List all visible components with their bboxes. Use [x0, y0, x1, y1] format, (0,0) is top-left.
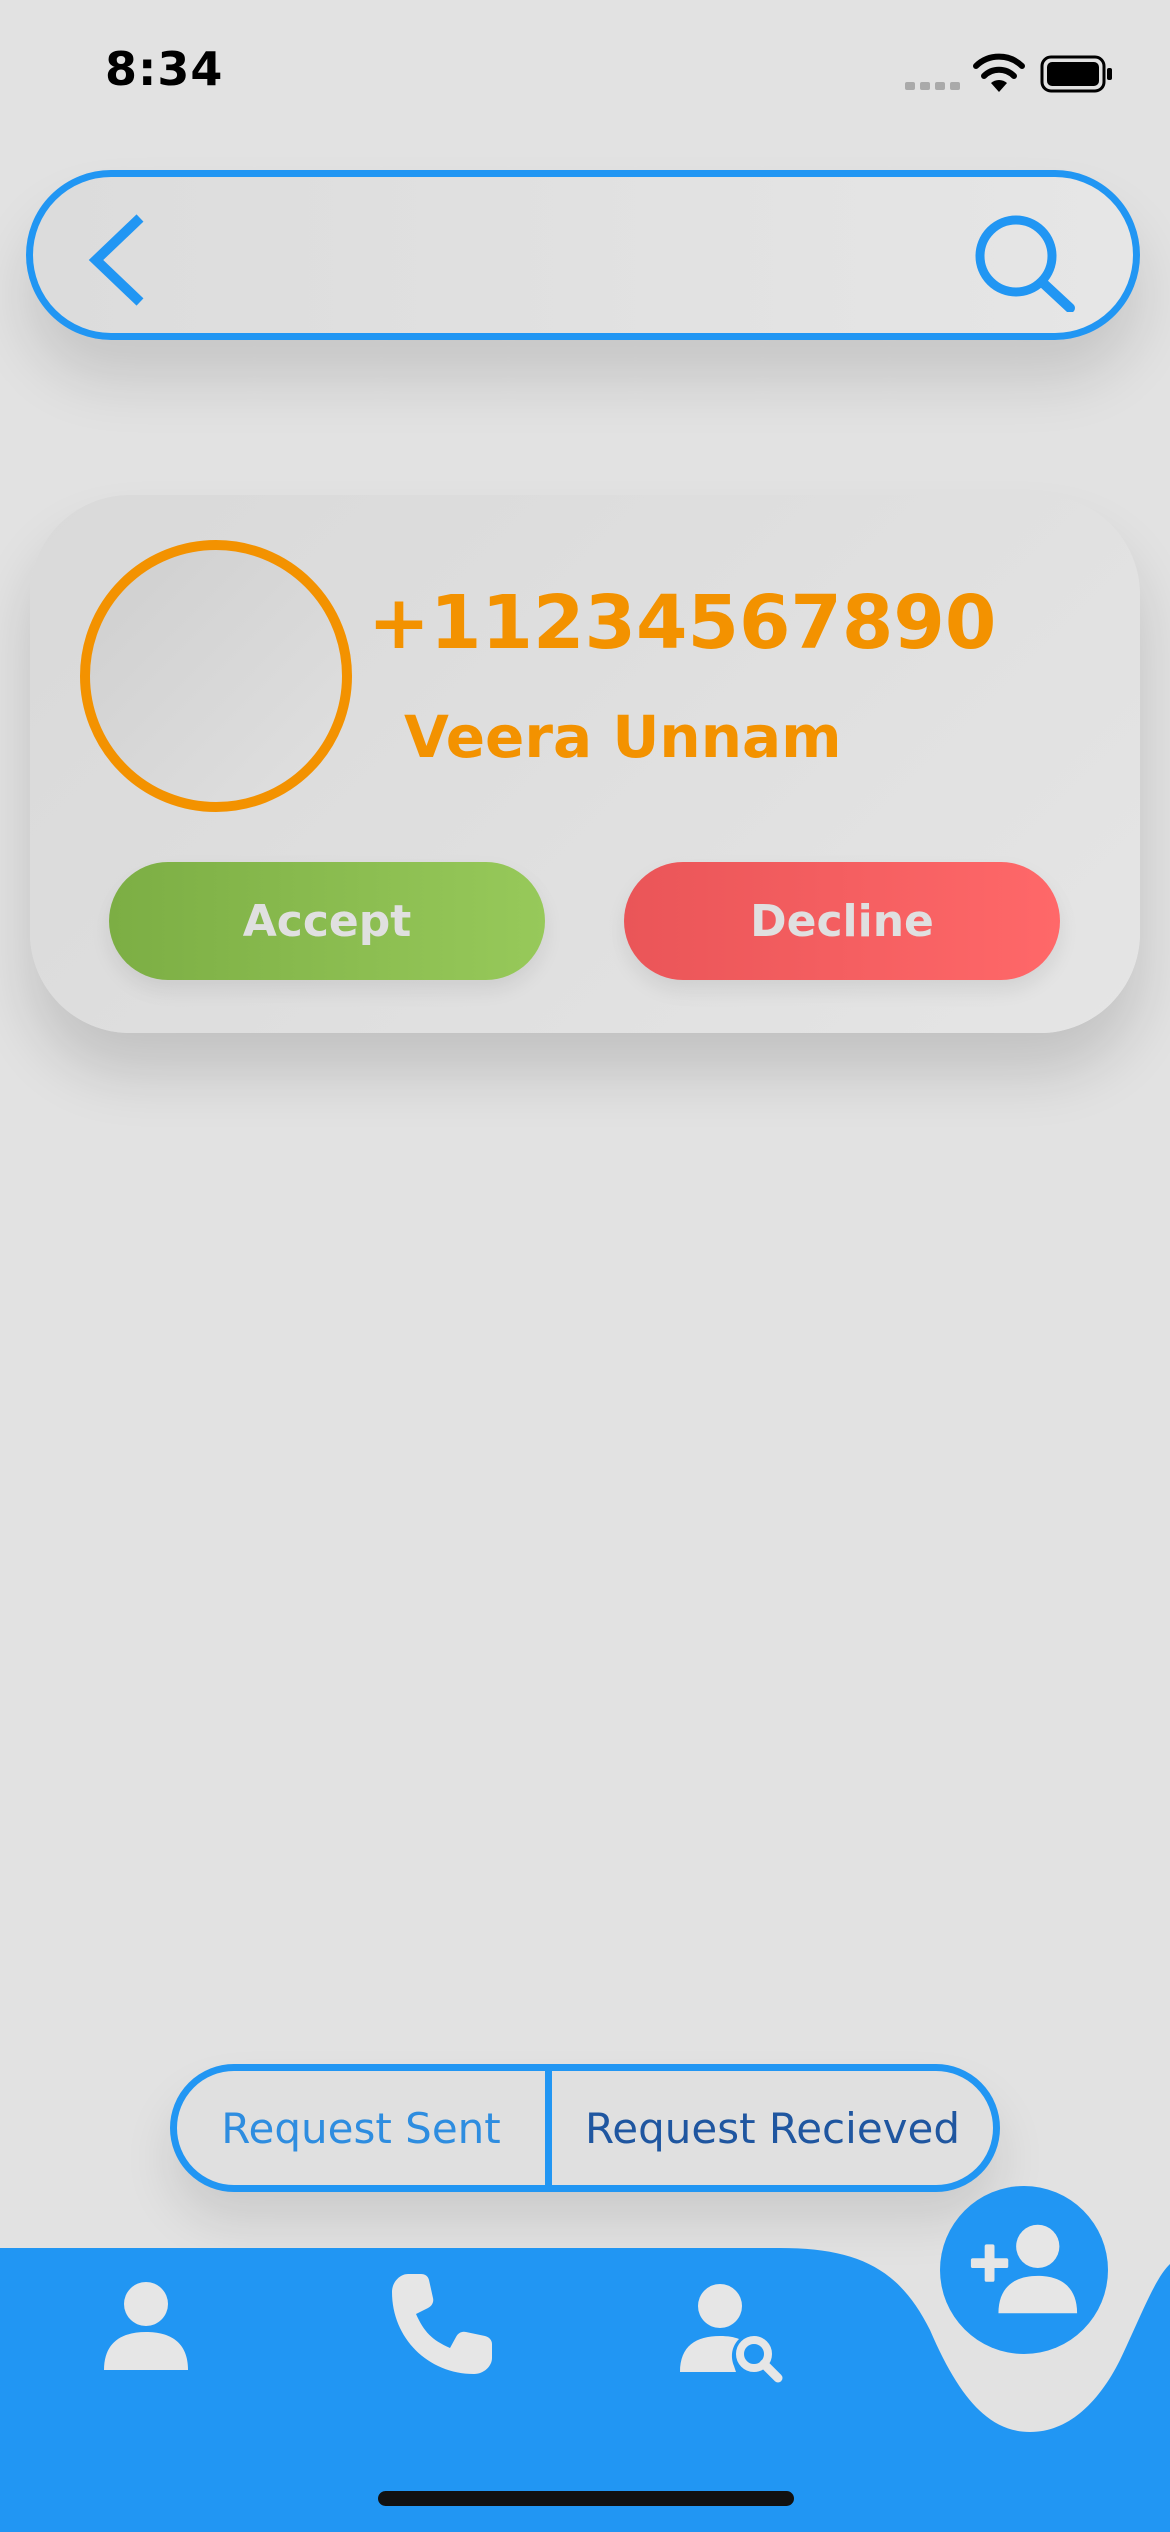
contact-phone-number: +11234567890: [368, 580, 997, 666]
add-user-icon: [970, 2224, 1078, 2314]
decline-button[interactable]: Decline: [624, 862, 1060, 980]
add-friend-fab[interactable]: [940, 2186, 1108, 2354]
request-segmented-control: Request Sent Request Recieved: [170, 2064, 1000, 2192]
segment-divider: [545, 2071, 552, 2185]
chevron-left-icon[interactable]: [86, 210, 150, 310]
avatar: [80, 540, 352, 812]
accept-button[interactable]: Accept: [109, 862, 545, 980]
home-indicator: [378, 2491, 794, 2506]
contact-name: Veera Unnam: [404, 703, 842, 771]
tab-request-received[interactable]: Request Recieved: [552, 2071, 993, 2185]
search-icon[interactable]: [970, 212, 1080, 312]
search-user-icon[interactable]: [676, 2276, 786, 2386]
phone-icon[interactable]: [386, 2270, 496, 2380]
wifi-icon: [973, 53, 1025, 92]
status-time: 8:34: [105, 42, 224, 96]
person-icon[interactable]: [96, 2276, 196, 2376]
signal-dots-icon: [905, 82, 960, 90]
tab-request-sent[interactable]: Request Sent: [177, 2071, 545, 2185]
battery-icon: [1040, 55, 1112, 93]
